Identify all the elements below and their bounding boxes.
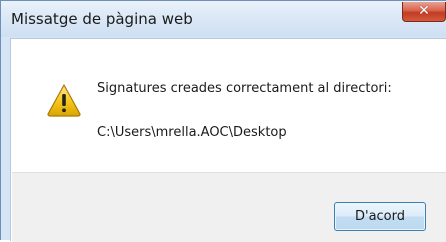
close-button[interactable]: ✕ <box>402 2 446 22</box>
ok-button[interactable]: D'acord <box>334 202 426 231</box>
close-icon: ✕ <box>418 3 430 19</box>
directory-path: C:\Users\mrella.AOC\Desktop <box>97 125 287 140</box>
button-bar: D'acord <box>12 172 446 242</box>
dialog-message: Signatures creades correctament al direc… <box>97 81 392 96</box>
dialog-window: Missatge de pàgina web ✕ Signatures crea… <box>0 0 446 242</box>
title-bar[interactable]: Missatge de pàgina web <box>1 1 446 37</box>
dialog-content: Signatures creades correctament al direc… <box>10 38 446 242</box>
warning-icon <box>47 84 81 117</box>
window-title: Missatge de pàgina web <box>11 10 193 28</box>
